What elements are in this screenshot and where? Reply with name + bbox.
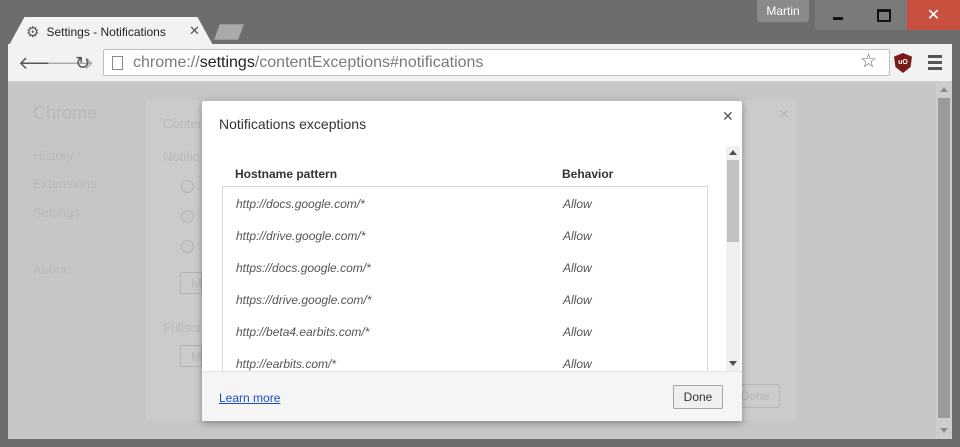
behavior-cell: Allow bbox=[563, 293, 592, 307]
scroll-down-arrow[interactable] bbox=[729, 361, 737, 366]
url-path: /contentExceptions#notifications bbox=[254, 53, 484, 71]
page-scrollbar[interactable] bbox=[936, 82, 952, 439]
sidebar-item-settings[interactable]: Settings bbox=[33, 205, 80, 220]
behavior-cell: Allow bbox=[563, 325, 592, 339]
sidebar-item-history[interactable]: History bbox=[33, 148, 73, 163]
behavior-cell: Allow bbox=[563, 261, 592, 275]
column-hostname-pattern: Hostname pattern bbox=[235, 167, 338, 181]
profile-button[interactable]: Martin bbox=[757, 0, 809, 22]
scroll-down-arrow[interactable] bbox=[940, 428, 948, 433]
hostname-cell: http://drive.google.com/* bbox=[236, 229, 366, 243]
content-settings-close-icon[interactable]: ✕ bbox=[778, 106, 790, 123]
tab-close-icon[interactable]: ✕ bbox=[189, 23, 200, 39]
behavior-cell: Allow bbox=[563, 357, 592, 371]
learn-more-link[interactable]: Learn more bbox=[219, 391, 280, 405]
scroll-thumb[interactable] bbox=[727, 160, 739, 242]
hostname-cell: http://docs.google.com/* bbox=[236, 197, 365, 211]
list-item[interactable]: http://beta4.earbits.com/* Allow bbox=[223, 315, 707, 347]
sidebar-title: Chrome bbox=[33, 103, 98, 123]
sidebar-item-extensions[interactable]: Extensions bbox=[33, 176, 97, 191]
dialog-title: Notifications exceptions bbox=[219, 116, 367, 132]
notifications-exceptions-dialog: Notifications exceptions ✕ Hostname patt… bbox=[202, 101, 742, 421]
manage-fullscreen-button[interactable]: M bbox=[180, 345, 202, 367]
chrome-menu-icon[interactable] bbox=[928, 55, 942, 73]
hostname-cell: https://drive.google.com/* bbox=[236, 293, 372, 307]
sidebar-item-about[interactable]: About bbox=[33, 262, 67, 277]
exceptions-list: http://docs.google.com/* Allow http://dri… bbox=[222, 186, 708, 372]
radio-option[interactable] bbox=[181, 180, 194, 193]
dialog-footer: Learn more Done bbox=[202, 371, 742, 421]
tab-title: Settings - Notifications bbox=[46, 25, 166, 39]
maximize-button[interactable] bbox=[861, 0, 907, 30]
url-host: settings bbox=[199, 53, 255, 71]
close-icon: ✕ bbox=[926, 7, 941, 24]
list-item[interactable]: http://earbits.com/* Allow bbox=[223, 347, 707, 372]
scroll-up-arrow[interactable] bbox=[940, 87, 948, 92]
address-bar[interactable]: chrome://settings/contentExceptions#noti… bbox=[103, 49, 890, 76]
dialog-scrollbar[interactable] bbox=[726, 146, 740, 371]
list-item[interactable]: https://docs.google.com/* Allow bbox=[223, 251, 707, 283]
list-item[interactable]: http://docs.google.com/* Allow bbox=[223, 187, 707, 219]
done-button[interactable]: Done bbox=[673, 385, 723, 409]
hostname-cell: http://beta4.earbits.com/* bbox=[236, 325, 370, 339]
toolbar: 🡐 🡒 ↻ chrome://settings/contentException… bbox=[8, 44, 952, 82]
manage-exceptions-button[interactable]: M bbox=[180, 272, 202, 294]
dialog-close-icon[interactable]: ✕ bbox=[722, 108, 734, 125]
reload-icon[interactable]: ↻ bbox=[75, 52, 90, 74]
url-scheme: chrome:// bbox=[133, 53, 200, 71]
notifications-section-label: Notific bbox=[163, 149, 200, 164]
scroll-up-arrow[interactable] bbox=[729, 150, 737, 155]
hostname-cell: http://earbits.com/* bbox=[236, 357, 337, 371]
minimize-button[interactable] bbox=[815, 0, 861, 30]
list-item[interactable]: https://drive.google.com/* Allow bbox=[223, 283, 707, 315]
page-icon bbox=[112, 55, 123, 70]
ublock-extension-icon[interactable]: uO bbox=[894, 53, 912, 73]
list-header: Hostname pattern Behavior bbox=[235, 167, 707, 181]
behavior-cell: Allow bbox=[563, 197, 592, 211]
close-window-button[interactable]: ✕ bbox=[907, 0, 960, 30]
hostname-cell: https://docs.google.com/* bbox=[236, 261, 371, 275]
list-item[interactable]: http://drive.google.com/* Allow bbox=[223, 219, 707, 251]
scroll-thumb[interactable] bbox=[938, 98, 950, 418]
behavior-cell: Allow bbox=[563, 229, 592, 243]
gear-icon: ⚙ bbox=[26, 24, 40, 41]
column-behavior: Behavior bbox=[562, 167, 614, 181]
tab-content: ⚙ Settings - Notifications bbox=[26, 21, 166, 43]
bookmark-star-icon[interactable]: ☆ bbox=[860, 50, 877, 73]
radio-option[interactable] bbox=[181, 210, 194, 223]
radio-option[interactable] bbox=[181, 240, 194, 253]
